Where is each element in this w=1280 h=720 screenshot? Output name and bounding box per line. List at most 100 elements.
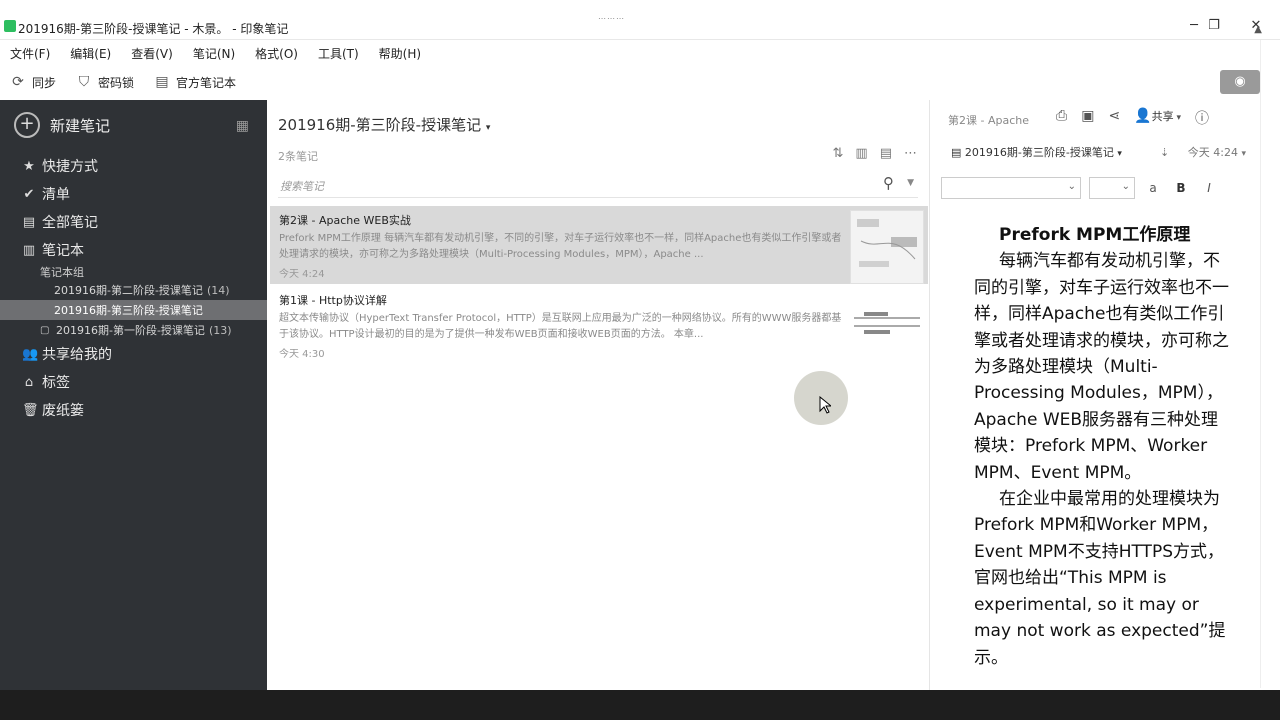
chevron-down-icon[interactable]: ▼ — [907, 178, 914, 188]
app-window: 201916期-第三阶段-授课笔记 - 木景。 - 印象笔记 ⋯⋯⋯ ─ ❐ ✕… — [0, 0, 1280, 720]
notebook-name: 201916期-第三阶段-授课笔记 — [54, 304, 203, 317]
vertical-scrollbar[interactable] — [1260, 40, 1280, 688]
menu-help[interactable]: 帮助(H) — [369, 42, 431, 64]
note-content[interactable]: Prefork MPM工作原理 每辆汽车都有发动机引擎，不同的引擎，对车子运行效… — [974, 222, 1234, 671]
menu-note[interactable]: 笔记(N) — [183, 42, 245, 64]
note-paragraph: 每辆汽车都有发动机引擎，不同的引擎，对车子运行效率也不一样，同样Apache也有… — [974, 251, 1229, 483]
note-card-selected[interactable]: 第2课 - Apache WEB实战 Prefork MPM工作原理 每辆汽车都… — [270, 206, 928, 284]
font-family-select[interactable]: ⌄ — [941, 177, 1081, 199]
notebook-title-text: 201916期-第三阶段-授课笔记 — [278, 116, 482, 134]
note-icon: ▤ — [22, 214, 36, 230]
note-title: 第1课 - Http协议详解 — [279, 294, 387, 307]
notebook-icon: ▤ — [951, 146, 962, 159]
new-note-label: 新建笔记 — [50, 116, 111, 135]
official-notebook-button[interactable]: ▤ 官方笔记本 — [154, 74, 236, 91]
notebook-group-label[interactable]: 笔记本组 — [0, 264, 267, 280]
share-label: 共享 — [1151, 110, 1174, 123]
present-icon[interactable]: ▣ — [1081, 108, 1094, 128]
notebook-small-icon: ▢ — [40, 324, 50, 336]
drag-handle-icon[interactable]: ⋯⋯⋯ — [598, 14, 625, 23]
sidebar-item-shortcuts[interactable]: ★ 快捷方式 — [0, 152, 267, 180]
chevron-down-icon: ⌄ — [1067, 181, 1076, 192]
editor-time: 今天 4:24 ▾ — [1188, 144, 1246, 160]
sidebar-item-checklist[interactable]: ✔ 清单 — [0, 180, 267, 208]
sync-icon: ⟳ — [12, 74, 24, 90]
password-lock-label: 密码锁 — [98, 75, 135, 90]
sidebar-item-label: 共享给我的 — [42, 347, 112, 363]
account-button[interactable]: ◉ — [1220, 70, 1260, 94]
grid-view-icon[interactable]: ▦ — [236, 118, 249, 134]
notebook-count: (13) — [208, 323, 232, 337]
person-icon: 👤 — [1134, 108, 1152, 124]
star-icon: ★ — [23, 158, 35, 174]
account-icon: ◉ — [1234, 74, 1246, 89]
chevron-down-icon: ▾ — [1173, 113, 1181, 123]
official-notebook-label: 官方笔记本 — [176, 75, 237, 90]
info-icon[interactable]: ⓘ — [1195, 108, 1209, 128]
sort-icon[interactable]: ⇅ — [833, 146, 844, 161]
note-editor: 第2课 - Apache ⎙ ▣ ⋖ 👤共享 ▾ ⓘ ▤ 201916期-第三阶… — [931, 100, 1260, 690]
sidebar-item-trash[interactable]: 🗑 废纸篓 — [0, 396, 267, 424]
editor-breadcrumb: 第2课 - Apache — [948, 114, 1029, 127]
sync-button[interactable]: ⟳ 同步 — [10, 74, 56, 91]
password-lock-button[interactable]: ⛉ 密码锁 — [76, 74, 134, 91]
sidebar-nav: ★ 快捷方式 ✔ 清单 ▤ 全部笔记 ▥ 笔记本 笔记本组 201916期-第二… — [0, 152, 267, 424]
evernote-logo-icon — [4, 20, 16, 32]
search-bar[interactable]: 搜索笔记 ⚲ ▼ — [278, 172, 918, 198]
search-input[interactable]: 搜索笔记 — [280, 178, 324, 194]
sidebar-item-label: 清单 — [42, 187, 70, 203]
note-date: 今天 4:30 — [279, 349, 325, 360]
notebook-title[interactable]: 201916期-第三阶段-授课笔记 ▾ — [278, 114, 490, 135]
notebook-item[interactable]: ▢ 201916期-第一阶段-授课笔记 (13) — [0, 320, 267, 340]
bold-button[interactable]: B — [1171, 181, 1191, 195]
note-title: 第2课 - Apache WEB实战 — [279, 214, 411, 227]
font-size-select[interactable]: ⌄ — [1089, 177, 1135, 199]
note-date: 今天 4:24 — [279, 269, 325, 280]
search-icon[interactable]: ⚲ — [883, 174, 894, 192]
note-snippet: 超文本传输协议（HyperText Transfer Protocol，HTTP… — [279, 313, 842, 340]
new-note-button[interactable]: + 新建笔记 — [14, 112, 110, 138]
italic-button[interactable]: I — [1199, 181, 1219, 195]
notebook-item-active[interactable]: 201916期-第三阶段-授课笔记 — [0, 300, 267, 320]
menu-format[interactable]: 格式(O) — [245, 42, 308, 64]
sidebar-item-notebooks[interactable]: ▥ 笔记本 — [0, 236, 267, 264]
note-paragraph: 在企业中最常用的处理模块为Prefork MPM和Worker MPM，Even… — [974, 489, 1226, 668]
editor-notebook-selector[interactable]: ▤ 201916期-第三阶段-授课笔记 ▾ — [951, 144, 1122, 160]
note-thumbnail — [850, 210, 924, 284]
sidebar-item-label: 全部笔记 — [42, 215, 98, 231]
notebook-item[interactable]: 201916期-第二阶段-授课笔记 (14) — [0, 280, 267, 300]
mouse-cursor-icon — [819, 396, 831, 414]
window-title: 201916期-第三阶段-授课笔记 - 木景。 - 印象笔记 — [18, 22, 289, 36]
reminder-icon[interactable]: ⇣ — [1160, 146, 1169, 159]
menu-file[interactable]: 文件(F) — [0, 42, 60, 64]
print-icon[interactable]: ⎙ — [1056, 108, 1067, 128]
text-color-button[interactable]: a — [1143, 181, 1163, 195]
sidebar-item-shared[interactable]: 👥 共享给我的 — [0, 340, 267, 368]
view-mode-icon[interactable]: ▥ — [855, 146, 867, 161]
scroll-up-icon[interactable]: ▲ — [1254, 24, 1262, 35]
share-button[interactable]: 👤共享 ▾ — [1134, 108, 1181, 128]
sidebar-item-all-notes[interactable]: ▤ 全部笔记 — [0, 208, 267, 236]
caret-down-icon: ▾ — [1117, 149, 1122, 159]
notebook-info-icon[interactable]: ▤ — [880, 146, 892, 161]
sidebar-item-label: 废纸篓 — [42, 403, 84, 419]
note-list-tools: ⇅ ▥ ▤ ⋯ — [833, 146, 918, 161]
toolbar: ⟳ 同步 ⛉ 密码锁 ▤ 官方笔记本 — [0, 66, 1260, 98]
shield-icon: ⛉ — [78, 74, 90, 90]
menu-view[interactable]: 查看(V) — [121, 42, 183, 64]
note-thumbnail — [850, 290, 924, 364]
note-count: 2条笔记 — [278, 150, 318, 163]
caret-down-icon: ▾ — [485, 123, 491, 133]
more-icon[interactable]: ⋯ — [904, 146, 917, 161]
sidebar-item-tags[interactable]: ⌂ 标签 — [0, 368, 267, 396]
sync-label: 同步 — [32, 75, 57, 90]
menu-edit[interactable]: 编辑(E) — [60, 42, 121, 64]
menu-tools[interactable]: 工具(T) — [308, 42, 369, 64]
format-bar: ⌄ ⌄ a B I — [941, 176, 1251, 200]
note-card[interactable]: 第1课 - Http协议详解 超文本传输协议（HyperText Transfe… — [270, 286, 928, 364]
taskbar — [0, 690, 1280, 720]
people-icon: 👥 — [22, 346, 39, 362]
maximize-button[interactable]: ❐ — [1200, 18, 1228, 36]
notebook-icon: ▥ — [22, 242, 36, 258]
share-icon[interactable]: ⋖ — [1108, 108, 1120, 128]
